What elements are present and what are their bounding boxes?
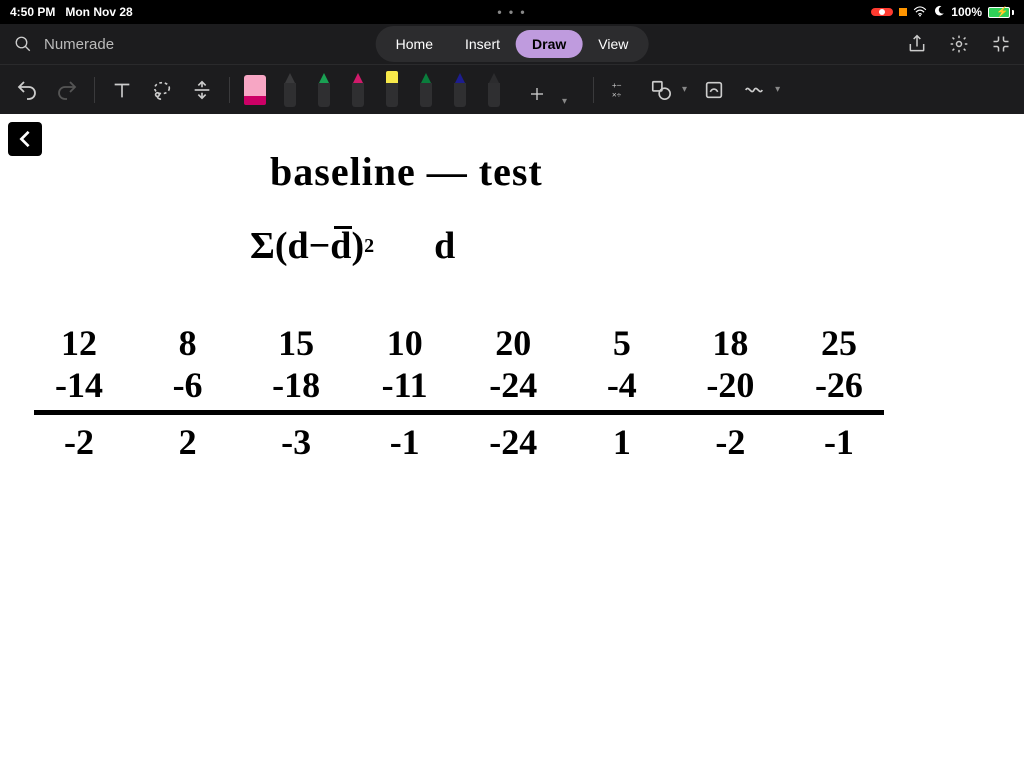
- screen-record-indicator: [871, 8, 893, 16]
- redo-icon[interactable]: [54, 77, 80, 103]
- handwriting-headline: baseline — test: [270, 148, 543, 195]
- cell: -4: [577, 364, 667, 406]
- drawing-canvas[interactable]: baseline — test Σ(d−d)2 d 12 8 15 10 20 …: [0, 114, 1024, 768]
- add-pen-icon[interactable]: [524, 81, 550, 107]
- exit-fullscreen-icon[interactable]: [990, 33, 1012, 55]
- handwriting-formula: Σ(d−d)2 d: [250, 224, 455, 268]
- cell: 2: [143, 421, 233, 463]
- cell: -1: [794, 421, 884, 463]
- tab-draw[interactable]: Draw: [516, 30, 582, 58]
- battery-icon: ⚡: [988, 7, 1014, 18]
- share-icon[interactable]: [906, 33, 928, 55]
- pen-green[interactable]: [316, 73, 332, 107]
- toolbar-divider: [94, 77, 95, 103]
- cell: 8: [143, 322, 233, 364]
- cell: 5: [577, 322, 667, 364]
- tab-view[interactable]: View: [582, 30, 644, 58]
- cell: 15: [251, 322, 341, 364]
- svg-text:×÷: ×÷: [612, 90, 622, 99]
- table-row: -2 2 -3 -1 -24 1 -2 -1: [34, 421, 884, 463]
- pen-navy[interactable]: [452, 73, 468, 107]
- location-indicator: [899, 8, 907, 16]
- cell: -1: [360, 421, 450, 463]
- tab-home[interactable]: Home: [380, 30, 449, 58]
- cell: -18: [251, 364, 341, 406]
- undo-icon[interactable]: [14, 77, 40, 103]
- ink-style-icon[interactable]: [741, 77, 767, 103]
- cell: -20: [685, 364, 775, 406]
- ribbon-tabs: Home Insert Draw View: [376, 26, 649, 62]
- chevron-down-icon: ▾: [562, 96, 567, 107]
- table-row: -14 -6 -18 -11 -24 -4 -20 -26: [34, 364, 884, 406]
- table-row: 12 8 15 10 20 5 18 25: [34, 322, 884, 364]
- cell: 18: [685, 322, 775, 364]
- ink-to-shape-icon[interactable]: [701, 77, 727, 103]
- cell: -3: [251, 421, 341, 463]
- formula-exponent: 2: [364, 235, 374, 258]
- cell: -2: [34, 421, 124, 463]
- pen-tray: ▾: [282, 73, 567, 107]
- cell: -14: [34, 364, 124, 406]
- cell: -11: [360, 364, 450, 406]
- shapes-tool-icon[interactable]: [648, 77, 674, 103]
- pen-black[interactable]: [282, 73, 298, 107]
- cell: -6: [143, 364, 233, 406]
- pen-gray[interactable]: [486, 73, 502, 107]
- math-tool-icon[interactable]: +−×÷: [608, 77, 634, 103]
- status-time: 4:50 PM: [10, 5, 55, 19]
- cell: -2: [685, 421, 775, 463]
- text-tool-icon[interactable]: [109, 77, 135, 103]
- draw-toolbar: ▾ +−×÷ ▾ ▾: [0, 64, 1024, 114]
- document-title[interactable]: Numerade: [44, 36, 114, 53]
- battery-percent: 100%: [951, 5, 982, 19]
- pen-darkgreen[interactable]: [418, 73, 434, 107]
- wifi-icon: [913, 5, 927, 20]
- back-button[interactable]: [8, 122, 42, 156]
- search-area[interactable]: Numerade: [12, 33, 114, 55]
- title-bar: Numerade Home Insert Draw View: [0, 24, 1024, 64]
- status-ellipsis: • • •: [497, 5, 526, 19]
- chevron-down-icon: ▾: [682, 84, 687, 95]
- cell: -24: [468, 364, 558, 406]
- horizontal-rule: [34, 410, 884, 415]
- settings-gear-icon[interactable]: [948, 33, 970, 55]
- formula-d: d: [434, 224, 455, 268]
- cell: -26: [794, 364, 884, 406]
- cell: 12: [34, 322, 124, 364]
- svg-text:+−: +−: [612, 81, 622, 90]
- cell: 25: [794, 322, 884, 364]
- tab-insert[interactable]: Insert: [449, 30, 516, 58]
- search-icon[interactable]: [12, 33, 34, 55]
- toolbar-divider: [593, 77, 594, 103]
- lasso-tool-icon[interactable]: [149, 77, 175, 103]
- status-bar: 4:50 PM Mon Nov 28 • • • 100% ⚡: [0, 0, 1024, 24]
- highlighter-yellow[interactable]: [384, 73, 400, 107]
- chevron-down-icon: ▾: [775, 84, 780, 95]
- formula-sigma-term: Σ(d−d): [250, 224, 364, 268]
- dnd-moon-icon: [933, 5, 945, 20]
- pen-magenta[interactable]: [350, 73, 366, 107]
- status-date: Mon Nov 28: [65, 5, 132, 19]
- toolbar-divider: [229, 77, 230, 103]
- status-right: 100% ⚡: [871, 5, 1014, 20]
- eraser-tool[interactable]: [244, 75, 266, 105]
- cell: 10: [360, 322, 450, 364]
- handwriting-table: 12 8 15 10 20 5 18 25 -14 -6 -18 -11 -24…: [34, 322, 884, 463]
- cell: -24: [468, 421, 558, 463]
- cell: 1: [577, 421, 667, 463]
- cell: 20: [468, 322, 558, 364]
- insert-space-icon[interactable]: [189, 77, 215, 103]
